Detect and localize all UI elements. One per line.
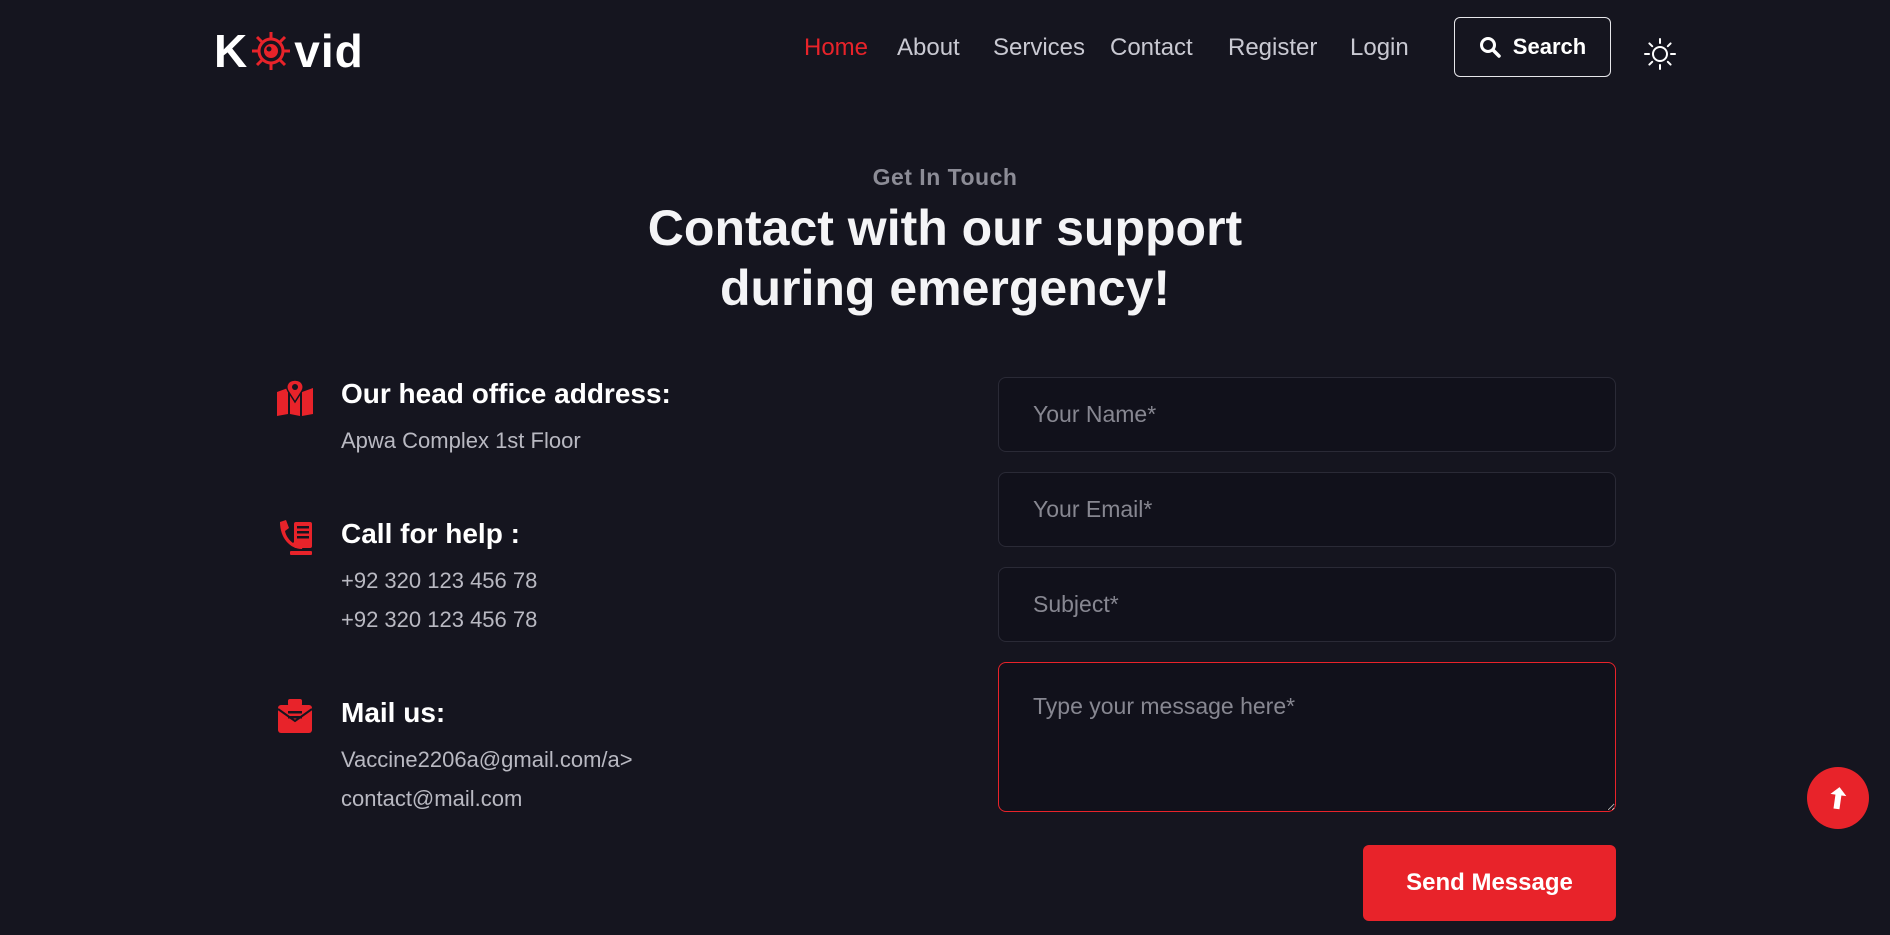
logo-suffix: vid xyxy=(294,25,364,77)
nav-login[interactable]: Login xyxy=(1350,34,1409,62)
send-message-button[interactable]: Send Message xyxy=(1363,845,1616,921)
title-line-1: Contact with our support xyxy=(647,200,1243,256)
name-input[interactable] xyxy=(998,377,1616,452)
subject-input[interactable] xyxy=(998,567,1616,642)
phone-heading: Call for help : xyxy=(341,518,520,549)
address-line: Apwa Complex 1st Floor xyxy=(341,428,581,453)
title-line-2: during emergency! xyxy=(719,260,1171,316)
section-eyebrow: Get In Touch xyxy=(872,164,1018,190)
section-title: Contact with our support during emergenc… xyxy=(0,198,1890,318)
email-input[interactable] xyxy=(998,472,1616,547)
arrow-up-icon xyxy=(1830,787,1847,810)
logo[interactable]: K vid xyxy=(214,25,364,77)
scroll-to-top-button[interactable] xyxy=(1807,767,1869,829)
phone-line-2: +92 320 123 456 78 xyxy=(341,607,538,632)
logo-prefix: K xyxy=(214,25,249,77)
mail-heading: Mail us: xyxy=(341,697,446,728)
search-button[interactable]: Search xyxy=(1454,17,1611,77)
nav-home[interactable]: Home xyxy=(804,34,868,62)
search-icon xyxy=(1479,37,1501,58)
address-heading: Our head office address: xyxy=(341,378,671,409)
virus-logo-icon xyxy=(252,32,291,70)
mail-icon xyxy=(277,699,313,733)
mail-line-1: Vaccine2206a@gmail.com/a> xyxy=(341,747,633,772)
message-textarea[interactable] xyxy=(998,662,1616,812)
nav-contact[interactable]: Contact xyxy=(1110,34,1193,62)
phone-icon xyxy=(280,520,312,555)
nav-services[interactable]: Services xyxy=(993,34,1085,62)
mail-line-2: contact@mail.com xyxy=(341,786,523,811)
nav-about[interactable]: About xyxy=(897,34,960,62)
map-pin-icon xyxy=(277,379,313,416)
phone-line-1: +92 320 123 456 78 xyxy=(341,568,538,593)
nav-register[interactable]: Register xyxy=(1228,34,1317,62)
sun-icon[interactable] xyxy=(1643,37,1677,71)
search-label: Search xyxy=(1512,34,1587,59)
